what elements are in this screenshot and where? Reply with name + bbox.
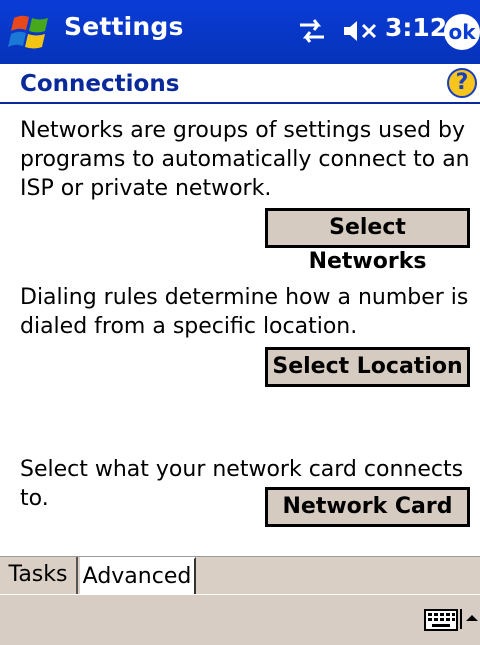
- select-location-button[interactable]: Select Location: [265, 347, 470, 387]
- tab-tasks[interactable]: Tasks: [0, 557, 78, 595]
- help-icon[interactable]: ?: [447, 68, 477, 98]
- keyboard-icon[interactable]: [424, 609, 458, 631]
- clock[interactable]: 3:12: [385, 13, 447, 42]
- menu-bar: [0, 594, 480, 645]
- title-bar: Settings 3:12 ok: [0, 0, 480, 64]
- page-header: Connections ?: [0, 64, 480, 104]
- arrow-up-icon[interactable]: [460, 609, 480, 629]
- network-card-button[interactable]: Network Card: [265, 487, 470, 527]
- speaker-muted-icon[interactable]: [340, 16, 380, 46]
- app-title: Settings: [64, 12, 184, 41]
- page-title: Connections: [20, 71, 180, 97]
- select-networks-button[interactable]: Select Networks: [265, 208, 470, 274]
- tab-bar: Tasks Advanced: [0, 556, 480, 595]
- windows-flag-icon[interactable]: [8, 10, 54, 54]
- dialing-description: Dialing rules determine how a number is …: [20, 285, 469, 339]
- connectivity-icon[interactable]: [296, 15, 328, 47]
- networks-description: Networks are groups of settings used by …: [20, 118, 470, 201]
- ok-button[interactable]: ok: [444, 14, 480, 50]
- tab-advanced[interactable]: Advanced: [80, 557, 196, 595]
